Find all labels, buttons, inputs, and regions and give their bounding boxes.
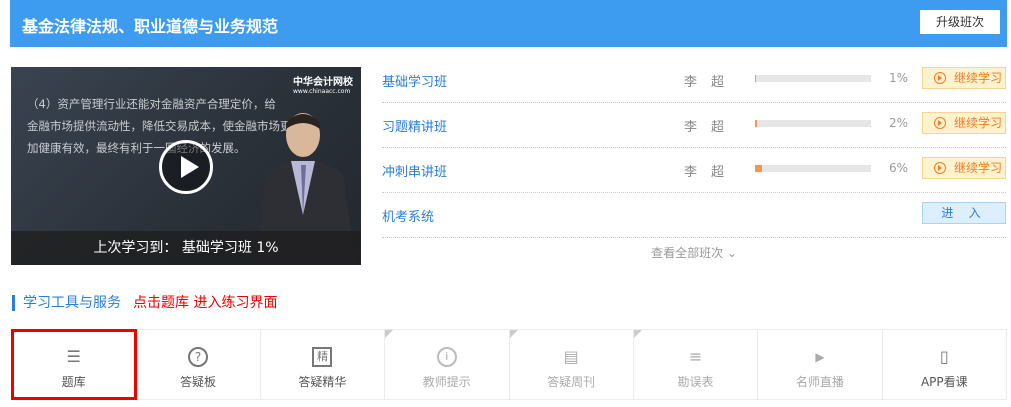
- last-study-caption: 上次学习到： 基础学习班 1%: [11, 231, 361, 265]
- corner-marker: [385, 330, 394, 338]
- tool-live[interactable]: ▶ 名师直播: [758, 330, 883, 399]
- corner-marker: [509, 330, 518, 338]
- progress-percent: 1%: [888, 71, 908, 85]
- school-logo: 中华会计网校 www.chinaacc.com: [293, 77, 353, 95]
- phone-icon: ▯: [939, 347, 949, 366]
- progress-bar: [755, 165, 871, 172]
- class-row: 基础学习班 李超 1% 继续学习: [382, 58, 1006, 103]
- tool-label: 答疑精华: [298, 375, 347, 389]
- question-circle-icon: ?: [188, 347, 209, 367]
- progress-bar: [755, 120, 871, 127]
- upgrade-class-button[interactable]: 升级班次: [920, 10, 1000, 34]
- section-title: 学习工具与服务 点击题库 进入练习界面: [12, 295, 277, 311]
- continue-study-button[interactable]: 继续学习: [922, 112, 1006, 134]
- corner-marker: [633, 330, 642, 338]
- tool-label: 答疑周刊: [547, 375, 596, 389]
- info-icon: i: [436, 347, 457, 367]
- video-player[interactable]: （4）资产管理行业还能对金融资产合理定价，给 金融市场提供流动性，降低交易成本，…: [11, 67, 361, 265]
- continue-study-button[interactable]: 继续学习: [922, 157, 1006, 179]
- tool-label: 答疑板: [180, 375, 217, 389]
- exam-system-link[interactable]: 机考系统: [382, 206, 434, 225]
- teacher-name: 李超: [684, 165, 739, 180]
- tool-qa-weekly[interactable]: ▤ 答疑周刊: [509, 330, 634, 399]
- essence-icon: 精: [312, 347, 333, 367]
- class-name-link[interactable]: 冲刺串讲班: [382, 161, 447, 180]
- tool-label: 题库: [61, 375, 86, 389]
- instruction-hint: 点击题库 进入练习界面: [133, 295, 278, 311]
- tools-grid: ☰ 题库 ? 答疑板 精答疑精华 i 教师提示 ▤ 答疑周刊 ≡ 勘误表 ▶ 名师直播 ▯ A…: [10, 329, 1007, 400]
- tool-app[interactable]: ▯ APP看课: [883, 330, 1006, 399]
- course-title: 基金法律法规、职业道德与业务规范: [22, 17, 279, 36]
- enter-button[interactable]: 进 入: [922, 202, 1006, 224]
- tool-label: 勘误表: [677, 375, 714, 389]
- progress-percent: 6%: [888, 161, 908, 175]
- tool-qa-highlights[interactable]: 精答疑精华: [261, 330, 386, 399]
- play-circle-icon: [933, 72, 946, 84]
- tool-teacher-tips[interactable]: i 教师提示: [385, 330, 510, 399]
- list-icon: ☰: [66, 347, 81, 366]
- tool-qa-board[interactable]: ? 答疑板: [136, 330, 261, 399]
- section-title-text: 学习工具与服务: [23, 295, 121, 311]
- tool-label: APP看课: [920, 375, 968, 389]
- progress-bar: [755, 75, 871, 82]
- view-all-classes-link[interactable]: 查看全部班次 ⌄: [382, 244, 1006, 261]
- course-header: 基金法律法规、职业道德与业务规范 升级班次: [10, 0, 1007, 47]
- play-circle-icon: [933, 162, 946, 174]
- lines-icon: ≡: [688, 347, 703, 366]
- play-circle-icon: [933, 117, 946, 129]
- document-icon: ▤: [563, 347, 579, 366]
- exam-system-row: 机考系统 进 入: [382, 193, 1006, 238]
- class-row: 冲刺串讲班 李超 6% 继续学习: [382, 148, 1006, 193]
- progress-fill: [755, 75, 757, 82]
- class-name-link[interactable]: 习题精讲班: [382, 116, 447, 135]
- progress-fill: [755, 165, 762, 172]
- tool-errata[interactable]: ≡ 勘误表: [633, 330, 759, 399]
- progress-percent: 2%: [888, 116, 908, 130]
- tool-label: 教师提示: [422, 375, 471, 389]
- tool-question-bank[interactable]: ☰ 题库: [10, 329, 138, 400]
- teacher-name: 李超: [684, 75, 739, 90]
- class-row: 习题精讲班 李超 2% 继续学习: [382, 103, 1006, 148]
- progress-fill: [755, 120, 758, 127]
- teacher-name: 李超: [684, 120, 739, 135]
- video-camera-icon: ▶: [815, 350, 825, 364]
- continue-study-button[interactable]: 继续学习: [922, 67, 1006, 89]
- class-name-link[interactable]: 基础学习班: [382, 71, 447, 90]
- play-button[interactable]: [159, 140, 213, 194]
- tool-label: 名师直播: [795, 375, 844, 389]
